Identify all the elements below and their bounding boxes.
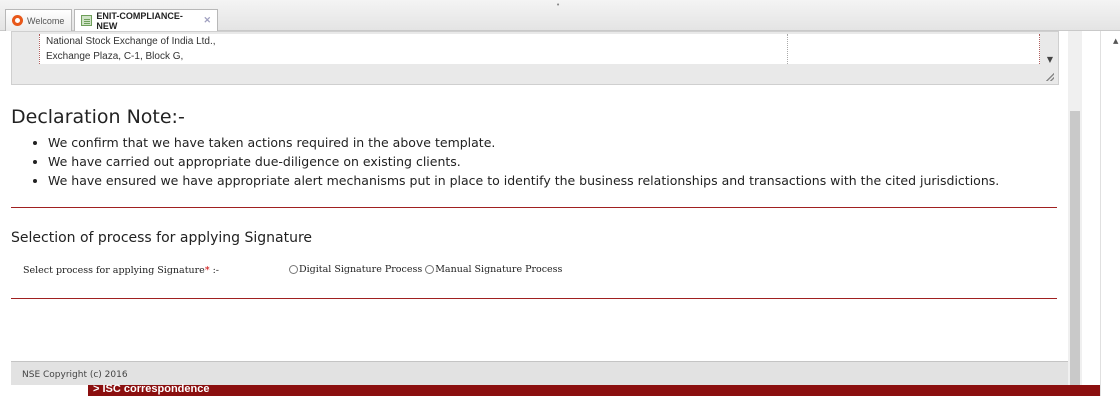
signature-process-label: Select process for applying Signature* :… — [23, 265, 219, 276]
textarea-scroll-down-icon[interactable]: ▼ — [1042, 34, 1058, 64]
outer-scrollbar[interactable] — [1100, 31, 1120, 396]
welcome-icon — [12, 15, 23, 26]
close-icon[interactable]: ✕ — [203, 15, 211, 26]
declaration-item: We have ensured we have appropriate aler… — [48, 171, 999, 190]
section-divider — [11, 207, 1057, 208]
document-icon — [81, 15, 93, 26]
isc-correspondence-bar[interactable]: > ISC correspondence — [88, 383, 1120, 396]
signature-process-radio-group: Digital Signature Process Manual Signatu… — [289, 264, 565, 275]
column-divider — [787, 34, 788, 64]
signature-label-text: Select process for applying Signature — [23, 265, 205, 276]
copyright-text: NSE Copyright (c) 2016 — [22, 370, 128, 380]
signature-label-suffix: :- — [209, 265, 219, 276]
declaration-item: We confirm that we have taken actions re… — [48, 133, 999, 152]
declaration-list: We confirm that we have taken actions re… — [34, 133, 999, 190]
radio-label: Digital Signature Process — [299, 264, 423, 275]
isc-correspondence-link[interactable]: > ISC correspondence — [93, 383, 209, 395]
declaration-title: Declaration Note:- — [11, 106, 185, 128]
radio-label: Manual Signature Process — [435, 264, 563, 275]
address-textarea[interactable]: National Stock Exchange of India Ltd., E… — [39, 34, 1040, 64]
tab-welcome[interactable]: Welcome — [5, 9, 72, 31]
radio-button[interactable] — [289, 265, 298, 274]
address-line: Exchange Plaza, C-1, Block G, — [46, 51, 184, 62]
address-textarea-panel: National Stock Exchange of India Ltd., E… — [11, 31, 1059, 85]
signature-section-title: Selection of process for applying Signat… — [11, 230, 313, 246]
section-divider — [11, 298, 1057, 299]
radio-digital-signature[interactable]: Digital Signature Process — [289, 264, 422, 275]
resize-grip-icon[interactable] — [1046, 73, 1054, 81]
footer: NSE Copyright (c) 2016 — [11, 361, 1068, 385]
drag-handle: • — [556, 1, 561, 9]
tab-enit-compliance[interactable]: ENIT-COMPLIANCE-NEW ✕ — [74, 9, 218, 31]
tab-enit-compliance-label: ENIT-COMPLIANCE-NEW — [96, 10, 183, 31]
declaration-item: We have carried out appropriate due-dili… — [48, 152, 999, 171]
scroll-up-icon[interactable]: ▲ — [1113, 37, 1118, 45]
tab-bar: • Welcome ENIT-COMPLIANCE-NEW ✕ — [0, 0, 1120, 31]
address-line: National Stock Exchange of India Ltd., — [46, 36, 216, 47]
radio-button[interactable] — [425, 265, 435, 274]
tab-welcome-label: Welcome — [27, 15, 65, 26]
radio-manual-signature[interactable]: Manual Signature Process — [425, 264, 562, 275]
page-scrollbar-thumb[interactable] — [1070, 111, 1080, 385]
